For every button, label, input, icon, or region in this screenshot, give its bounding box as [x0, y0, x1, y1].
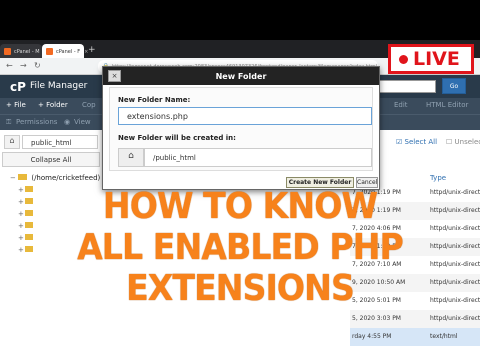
minus-icon[interactable]: −	[10, 174, 16, 182]
collapse-all-button[interactable]: Collapse All	[2, 152, 100, 167]
dialog-title: New Folder	[103, 67, 379, 85]
edit-button[interactable]: Edit	[394, 101, 408, 109]
new-folder-button[interactable]: + Folder	[38, 101, 68, 109]
forward-arrow-icon[interactable]: →	[20, 61, 27, 70]
live-dot-icon	[399, 55, 408, 64]
tree-root[interactable]: − (/home/cricketfeed)	[10, 174, 100, 182]
view-button[interactable]: View	[74, 118, 91, 126]
modified-date: rday 4:55 PM	[352, 333, 392, 340]
tab-label: cPanel - M	[14, 49, 40, 55]
select-all-button[interactable]: ☑ Select All	[396, 138, 437, 146]
table-row[interactable]: 5, 2020 3:03 PM httpd/unix-direct	[350, 310, 480, 328]
folder-name-label: New Folder Name:	[118, 96, 191, 104]
path-input[interactable]: public_html	[22, 135, 98, 149]
location-label: New Folder will be created in:	[118, 134, 236, 142]
eye-icon: ◉	[64, 118, 71, 126]
live-badge: LIVE	[388, 44, 474, 74]
app-title: File Manager	[30, 81, 88, 91]
unselect-button[interactable]: ☐ Unselect	[446, 138, 480, 146]
html-editor-button[interactable]: HTML Editor	[426, 101, 468, 109]
copy-button[interactable]: Cop	[82, 101, 96, 109]
new-folder-dialog: New Folder × New Folder Name: extensions…	[102, 66, 380, 190]
tab-label: cPanel - F	[56, 49, 81, 55]
home-icon[interactable]: ⌂	[4, 135, 20, 149]
cpanel-favicon-icon	[4, 48, 11, 55]
title-line-1: HOW TO KNOW	[102, 186, 378, 227]
modified-date: 5, 2020 3:03 PM	[352, 315, 401, 322]
cpanel-favicon-icon	[46, 48, 53, 55]
mime-type: text/html	[430, 333, 458, 340]
folder-name-input[interactable]: extensions.php	[118, 107, 372, 125]
mime-type: httpd/unix-direct	[430, 315, 480, 322]
folder-icon	[18, 174, 28, 180]
tree-root-label: (/home/cricketfeed)	[31, 174, 101, 182]
title-line-3: EXTENSIONS	[126, 268, 355, 309]
new-file-button[interactable]: + File	[6, 101, 26, 109]
table-row[interactable]: rday 4:55 PM text/html	[350, 328, 480, 346]
dialog-content: New Folder Name: extensions.php New Fold…	[109, 87, 373, 171]
location-field[interactable]: /public_html	[144, 148, 372, 167]
video-title-overlay: HOW TO KNOW ALL ENABLED PHP EXTENSIONS	[0, 186, 480, 309]
live-text: LIVE	[413, 48, 460, 70]
type-column-header[interactable]: Type	[430, 174, 446, 182]
home-icon: ⌂	[118, 148, 144, 167]
reload-icon[interactable]: ↻	[34, 61, 41, 70]
back-arrow-icon[interactable]: ←	[6, 61, 13, 70]
permissions-button[interactable]: Permissions	[16, 118, 57, 126]
close-icon[interactable]: ×	[108, 70, 121, 82]
cpanel-logo: cP	[10, 80, 26, 94]
title-line-2: ALL ENABLED PHP	[77, 227, 404, 268]
screenshot-stage: cPanel - M× cPanel - F× + ← → ↻ 🔒 https:…	[0, 0, 480, 360]
go-button[interactable]: Go	[442, 78, 466, 94]
key-icon: ⚿	[6, 118, 12, 126]
